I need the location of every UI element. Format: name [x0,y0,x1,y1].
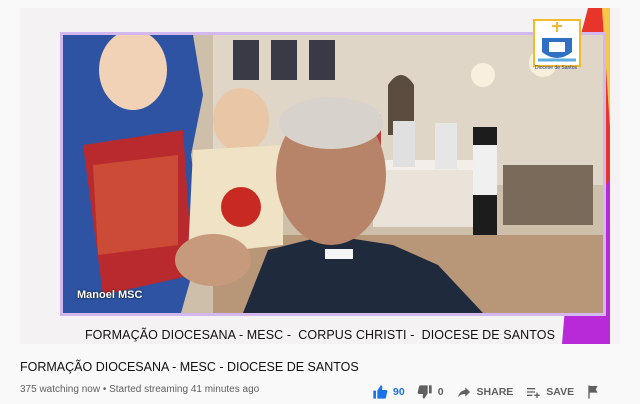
video-caption: FORMAÇÃO DIOCESANA - MESC - CORPUS CHRIS… [84,328,556,342]
share-label: SHARE [476,386,514,398]
thumbs-up-icon [373,385,388,399]
church-scene [63,35,603,313]
logo-caption: Diocese de Santos [535,65,577,71]
dislike-button[interactable]: 0 [417,384,444,400]
save-label: SAVE [546,386,575,398]
playlist-add-icon [527,388,540,398]
video-meta: 375 watching now • Started streaming 41 … [20,384,260,395]
share-button[interactable]: SHARE [456,384,514,400]
action-bar: 90 0 SHARE SAVE [372,382,617,402]
presenter-name-overlay: Manoel MSC [77,289,143,301]
video-player[interactable]: Manoel MSC Diocese de Santos FORMAÇÃO DI… [20,8,620,344]
dislike-count: 0 [437,386,444,398]
like-count: 90 [393,386,405,398]
flag-icon [588,385,598,399]
like-button[interactable]: 90 [372,384,405,400]
video-frame: Manoel MSC [60,32,606,316]
report-button[interactable] [586,384,605,400]
save-button[interactable]: SAVE [525,384,574,400]
page: Manoel MSC Diocese de Santos FORMAÇÃO DI… [0,0,640,404]
video-title: FORMAÇÃO DIOCESANA - MESC - DIOCESE DE S… [20,360,359,374]
share-arrow-icon [457,387,470,398]
thumbs-down-icon [417,385,432,399]
